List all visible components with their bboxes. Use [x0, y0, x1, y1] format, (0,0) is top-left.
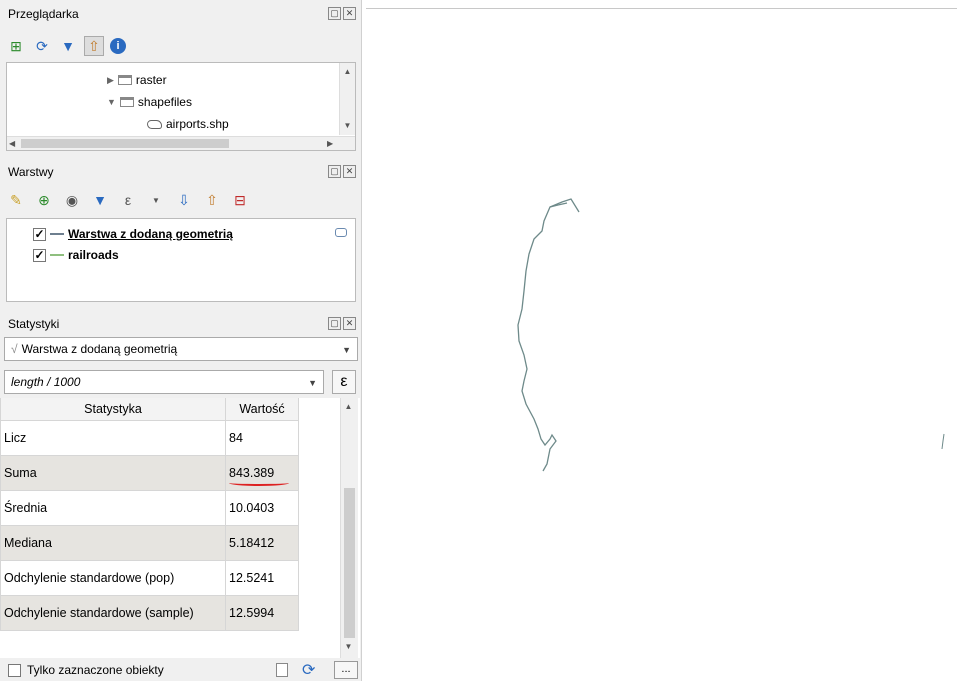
selected-only-checkbox[interactable] [8, 663, 21, 677]
stats-vscroll[interactable]: ▲ ▼ [340, 398, 358, 658]
layer-visibility-checkbox[interactable]: ✓ [33, 227, 46, 241]
browser-title: Przeglądarka [8, 7, 79, 21]
expand-icon[interactable]: ▶ [107, 71, 114, 89]
table-row[interactable]: Licz 84 [0, 419, 299, 456]
table-row[interactable]: Mediana 5.18412 [0, 524, 299, 561]
layer-visibility-checkbox[interactable]: ✓ [33, 248, 46, 262]
layers-panel-title: Warstwy ▢ ✕ [0, 162, 362, 182]
hscroll-thumb[interactable] [21, 139, 229, 148]
filter-legend-icon[interactable]: ▼ [90, 190, 110, 210]
expression-filter-icon[interactable]: ε [118, 190, 138, 210]
expression-builder-button[interactable]: ε [332, 370, 356, 394]
scroll-up-icon[interactable]: ▲ [340, 65, 355, 79]
selected-only-option[interactable]: Tylko zaznaczone obiekty [8, 663, 164, 677]
visibility-icon[interactable]: ◉ [62, 190, 82, 210]
folder-icon [117, 75, 132, 85]
add-layer-icon[interactable]: ⊞ [6, 36, 26, 56]
tree-item-shapefiles[interactable]: ▼ shapefiles [107, 93, 192, 111]
close-icon[interactable]: ✕ [343, 165, 356, 178]
map-canvas[interactable] [366, 8, 957, 681]
column-header[interactable]: Wartość [225, 398, 299, 421]
float-icon[interactable]: ▢ [328, 317, 341, 330]
red-underline [229, 480, 289, 486]
stats-table: Statystyka Wartość Licz 84 Suma 843.389 [0, 398, 360, 658]
chevron-down-icon[interactable]: ▼ [342, 338, 351, 362]
layer-item[interactable]: ✓ railroads [33, 246, 119, 264]
browser-tree: ▶ raster ▼ shapefiles airports.shp ▲ ▼ ◀… [6, 62, 356, 151]
scroll-up-icon[interactable]: ▲ [341, 400, 356, 414]
scroll-down-icon[interactable]: ▼ [340, 119, 355, 133]
scroll-left-icon[interactable]: ◀ [9, 137, 15, 151]
line-feature[interactable] [941, 433, 945, 450]
refresh-icon[interactable]: ⟳ [32, 36, 52, 56]
style-brush-icon[interactable]: ✎ [6, 190, 26, 210]
float-icon[interactable]: ▢ [328, 7, 341, 20]
left-dock: Przeglądarka ▢ ✕ ⊞ ⟳ ▼ ⇧ i ▶ raster ▼ sh… [0, 0, 362, 681]
tree-item-airports[interactable]: airports.shp [147, 115, 229, 133]
browser-hscroll[interactable]: ◀ ▶ [7, 136, 355, 150]
scroll-down-icon[interactable]: ▼ [341, 640, 356, 654]
polygon-icon [147, 119, 162, 129]
close-icon[interactable]: ✕ [343, 317, 356, 330]
table-row[interactable]: Odchylenie standardowe (pop) 12.5241 [0, 559, 299, 596]
collapse-icon[interactable]: ▼ [107, 93, 116, 111]
line-symbol-icon [50, 233, 64, 235]
line-layer-icon: √ [11, 342, 18, 356]
browser-panel-title: Przeglądarka ▢ ✕ [0, 4, 362, 24]
float-icon[interactable]: ▢ [328, 165, 341, 178]
scroll-thumb[interactable] [344, 488, 355, 638]
expression-input[interactable]: length / 1000 ▼ [4, 370, 324, 394]
info-icon[interactable]: i [110, 38, 126, 54]
close-icon[interactable]: ✕ [343, 7, 356, 20]
dropdown-icon[interactable]: ▼ [146, 190, 166, 210]
epsilon-icon: ε [340, 373, 348, 390]
folder-icon [119, 97, 134, 107]
copy-icon[interactable] [276, 663, 288, 677]
more-button[interactable]: ... [334, 661, 358, 679]
chevron-down-icon[interactable]: ▼ [308, 371, 317, 395]
layers-toolbar: ✎ ⊕ ◉ ▼ ε ▼ ⇩ ⇧ ⊟ [6, 190, 250, 210]
collapse-all-icon[interactable]: ⇧ [202, 190, 222, 210]
stats-title: Statystyki [8, 317, 60, 331]
browser-toolbar: ⊞ ⟳ ▼ ⇧ i [6, 36, 126, 56]
table-row[interactable]: Średnia 10.0403 [0, 489, 299, 526]
editing-icon[interactable] [335, 228, 347, 237]
add-group-icon[interactable]: ⊕ [34, 190, 54, 210]
line-feature[interactable] [517, 198, 580, 472]
tree-item-raster[interactable]: ▶ raster [107, 71, 167, 89]
table-row[interactable]: Odchylenie standardowe (sample) 12.5994 [0, 594, 299, 631]
map-features [517, 198, 945, 472]
line-symbol-icon [50, 254, 64, 256]
filter-icon[interactable]: ▼ [58, 36, 78, 56]
layers-title: Warstwy [8, 165, 54, 179]
remove-layer-icon[interactable]: ⊟ [230, 190, 250, 210]
layer-item[interactable]: ✓ Warstwa z dodaną geometrią [33, 225, 233, 243]
layers-tree: ✓ Warstwa z dodaną geometrią ✓ railroads [6, 218, 356, 302]
column-header[interactable]: Statystyka [0, 398, 226, 421]
table-row[interactable]: Suma 843.389 [0, 454, 299, 491]
expand-all-icon[interactable]: ⇩ [174, 190, 194, 210]
browser-vscroll[interactable]: ▲ ▼ [339, 63, 355, 135]
scroll-right-icon[interactable]: ▶ [327, 137, 333, 151]
stats-panel-title: Statystyki ▢ ✕ [0, 314, 362, 334]
refresh-icon[interactable]: ⟳ [302, 660, 315, 680]
layer-select[interactable]: √ Warstwa z dodaną geometrią ▼ [4, 337, 358, 361]
collapse-all-icon[interactable]: ⇧ [84, 36, 104, 56]
